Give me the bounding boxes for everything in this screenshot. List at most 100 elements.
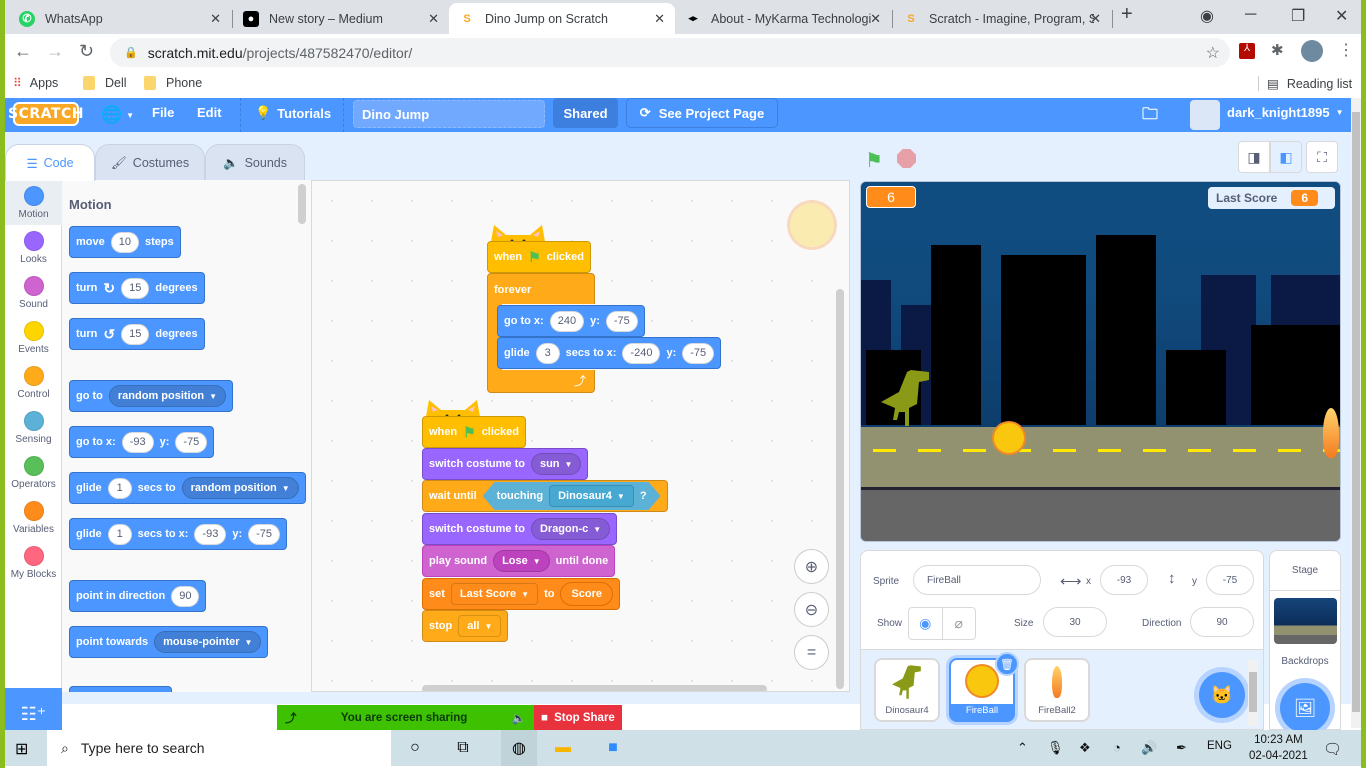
stage-selector[interactable]: Stage Backdrops 🖼 xyxy=(1269,550,1341,733)
taskbar-search[interactable]: ⌕ Type here to search xyxy=(47,730,391,766)
costume-dropdown[interactable]: sun ▼ xyxy=(530,453,582,475)
microphone-icon[interactable]: 🎙 xyxy=(1047,740,1064,756)
bookmark-dell[interactable]: Dell xyxy=(83,76,127,90)
sprite-list-scrollbar[interactable] xyxy=(1248,660,1258,726)
language-indicator[interactable]: ENG xyxy=(1207,740,1232,752)
category-motion[interactable]: Motion xyxy=(5,180,62,225)
block-go-to[interactable]: go to random position ▼ xyxy=(69,380,233,412)
stop-share-button[interactable]: ■ Stop Share xyxy=(534,705,622,731)
block-go-to-xy[interactable]: go to x: 240 y: -75 xyxy=(497,305,645,337)
system-clock[interactable]: 10:23 AM 02-04-2021 xyxy=(1249,732,1308,764)
category-control[interactable]: Control xyxy=(5,360,62,405)
zoom-out-button[interactable]: ⊖ xyxy=(794,592,829,627)
windows-start-icon[interactable]: ⊞ xyxy=(15,739,28,759)
volume-icon[interactable]: 🔊 xyxy=(1141,740,1157,756)
scratch-logo[interactable]: SCRATCH xyxy=(8,102,83,126)
category-my-blocks[interactable]: My Blocks xyxy=(5,540,62,585)
tab-costumes[interactable]: 🖌 Costumes xyxy=(95,144,205,181)
chrome-menu-icon[interactable]: ⋮ xyxy=(1338,40,1354,60)
file-explorer-icon[interactable]: ▬ xyxy=(551,736,575,760)
delete-sprite-button[interactable]: 🗑 xyxy=(995,652,1019,676)
reload-icon[interactable]: ↻ xyxy=(79,41,94,62)
block-stop[interactable]: stop all ▼ xyxy=(422,610,509,642)
block-switch-costume[interactable]: switch costume to sun ▼ xyxy=(422,448,589,480)
page-scrollbar[interactable] xyxy=(1351,98,1361,728)
large-stage-button[interactable]: ◧ xyxy=(1270,141,1302,173)
file-menu[interactable]: File xyxy=(152,105,174,120)
stage-canvas[interactable]: 6 Last Score 6 xyxy=(860,181,1341,542)
minimize-icon[interactable]: ─ xyxy=(1245,6,1256,24)
zoom-in-button[interactable]: ⊕ xyxy=(794,549,829,584)
pdf-extension-icon[interactable]: ⅄ xyxy=(1239,43,1255,59)
restore-icon[interactable]: ❐ xyxy=(1291,6,1305,26)
y-input[interactable]: -75 xyxy=(248,523,281,545)
chrome-taskbar-icon[interactable]: ◍ xyxy=(501,730,537,766)
reading-list-button[interactable]: ▤ Reading list xyxy=(1258,76,1352,91)
wifi-icon[interactable]: ◔ xyxy=(1113,740,1121,755)
sprite-tile-dinosaur4[interactable]: Dinosaur4 xyxy=(874,658,940,722)
block-turn-right[interactable]: turn ↻ 15 degrees xyxy=(69,272,205,304)
variable-dropdown[interactable]: Last Score ▼ xyxy=(450,583,539,605)
secs-input[interactable]: 1 xyxy=(107,523,132,545)
costume-dropdown[interactable]: Dragon-c ▼ xyxy=(530,518,611,540)
degrees-input[interactable]: 15 xyxy=(121,323,150,345)
block-when-flag-clicked[interactable]: when ⚑ clicked xyxy=(422,416,526,448)
close-tab-icon[interactable]: ✕ xyxy=(1090,11,1101,27)
tab-search-icon[interactable]: ◉ xyxy=(1200,6,1214,26)
score-reporter[interactable]: Score xyxy=(560,582,614,606)
palette-scrollbar[interactable] xyxy=(298,184,306,224)
user-avatar[interactable] xyxy=(1190,100,1220,130)
block-turn-left[interactable]: turn ↺ 15 degrees xyxy=(69,318,205,350)
block-set-variable[interactable]: set Last Score ▼ to Score xyxy=(422,578,621,610)
direction-input[interactable]: 90 xyxy=(1190,607,1254,637)
cortana-icon[interactable]: ○ xyxy=(403,736,427,760)
fullscreen-button[interactable]: ⛶ xyxy=(1306,141,1338,173)
block-glide-to[interactable]: glide 1 secs to random position ▼ xyxy=(69,472,306,504)
shared-button[interactable]: Shared xyxy=(553,98,618,128)
back-icon[interactable]: ← xyxy=(14,41,32,62)
notifications-icon[interactable]: 🗨 xyxy=(1323,740,1342,758)
secs-input[interactable]: 1 xyxy=(107,477,132,499)
bookmark-star-icon[interactable]: ☆ xyxy=(1206,43,1220,63)
close-tab-icon[interactable]: ✕ xyxy=(428,11,439,27)
pen-icon[interactable]: ✒ xyxy=(1176,740,1187,756)
category-sensing[interactable]: Sensing xyxy=(5,405,62,450)
category-sound[interactable]: Sound xyxy=(5,270,62,315)
last-score-monitor[interactable]: Last Score 6 xyxy=(1208,187,1335,209)
add-sprite-button[interactable]: 🐱 xyxy=(1199,672,1245,718)
project-title-input[interactable]: Dino Jump xyxy=(353,100,545,128)
edit-menu[interactable]: Edit xyxy=(197,105,222,120)
category-operators[interactable]: Operators xyxy=(5,450,62,495)
sprite-name-input[interactable]: FireBall xyxy=(913,565,1041,595)
tab-medium[interactable]: ● New story – Medium ✕ xyxy=(233,3,449,34)
extensions-icon[interactable]: ✱ xyxy=(1271,41,1284,59)
close-tab-icon[interactable]: ✕ xyxy=(654,11,665,27)
size-input[interactable]: 30 xyxy=(1043,607,1107,637)
green-flag-button[interactable]: ⚑ xyxy=(865,148,883,173)
category-looks[interactable]: Looks xyxy=(5,225,62,270)
block-when-flag-clicked[interactable]: when ⚑ clicked xyxy=(487,241,591,273)
target-dropdown[interactable]: random position ▼ xyxy=(181,477,299,499)
direction-input[interactable]: 90 xyxy=(171,585,200,607)
new-tab-button[interactable]: + xyxy=(1121,3,1133,26)
forward-icon[interactable]: → xyxy=(46,41,64,62)
add-backdrop-button[interactable]: 🖼 xyxy=(1280,683,1330,733)
block-go-to-xy[interactable]: go to x: -93 y: -75 xyxy=(69,426,215,458)
target-dropdown[interactable]: random position ▼ xyxy=(108,385,226,407)
degrees-input[interactable]: 15 xyxy=(121,277,150,299)
dinosaur-sprite[interactable] xyxy=(881,368,931,428)
stop-button[interactable] xyxy=(897,149,916,168)
small-stage-button[interactable]: ◨ xyxy=(1238,141,1270,173)
language-menu[interactable]: 🌐 ▼ xyxy=(101,105,134,125)
address-bar[interactable]: 🔒 scratch.mit.edu/projects/487582470/edi… xyxy=(110,38,1230,67)
zoom-reset-button[interactable]: = xyxy=(794,635,829,670)
steps-input[interactable]: 10 xyxy=(110,231,139,253)
show-sprite-button[interactable]: ◉ xyxy=(909,608,943,639)
block-touching[interactable]: touching Dinosaur4 ▼ ? xyxy=(483,482,661,510)
close-tab-icon[interactable]: ✕ xyxy=(870,11,881,27)
block-glide-to-xy[interactable]: glide 1 secs to x: -93 y: -75 xyxy=(69,518,288,550)
block-glide-to-xy[interactable]: glide 3 secs to x: -240 y: -75 xyxy=(497,337,722,369)
y-input[interactable]: -75 xyxy=(682,342,715,364)
fireball-sprite[interactable] xyxy=(994,423,1024,453)
x-input[interactable]: -240 xyxy=(622,342,661,364)
